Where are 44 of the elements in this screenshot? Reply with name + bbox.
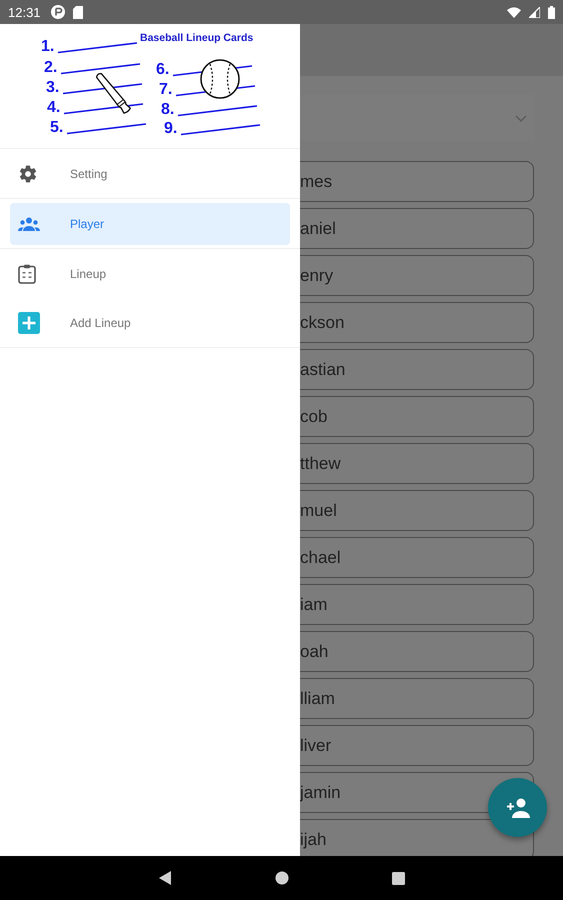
player-name[interactable]: liver: [300, 736, 332, 756]
player-name[interactable]: ckson: [300, 312, 344, 332]
people-icon: [18, 216, 40, 230]
lineup-number: 6.: [156, 61, 170, 78]
settings-icon: [18, 164, 38, 184]
home-button[interactable]: [274, 871, 288, 885]
player-name[interactable]: muel: [300, 500, 337, 520]
bat-drawing: [96, 72, 131, 114]
lineup-number: 9.: [164, 120, 178, 137]
player-name[interactable]: ijah: [300, 830, 326, 850]
lineup-number: 7.: [159, 81, 172, 98]
lineup-number: 1.: [41, 38, 54, 55]
back-button[interactable]: [158, 871, 172, 885]
notification-icon: [50, 5, 65, 19]
wifi-icon: [507, 6, 521, 18]
signal-icon: [529, 6, 540, 18]
lineup-number: 8.: [161, 101, 174, 118]
lineup-number: 2.: [44, 59, 58, 76]
chevron-down-icon: [515, 114, 527, 122]
clipboard-icon: [18, 264, 36, 284]
lineup-number: 4.: [47, 99, 60, 116]
player-name[interactable]: aniel: [300, 218, 336, 238]
lineup-number: 3.: [46, 79, 60, 96]
player-name[interactable]: tthew: [300, 454, 341, 474]
player-name[interactable]: astian: [300, 360, 346, 380]
player-name[interactable]: chael: [300, 548, 341, 568]
add-icon: [18, 312, 40, 334]
logo-title: Baseball Lineup Cards: [140, 32, 254, 44]
baseball-drawing: [200, 59, 240, 99]
player-name[interactable]: mes: [300, 172, 332, 192]
battery-icon: [548, 6, 555, 18]
player-name[interactable]: lliam: [300, 688, 335, 708]
player-name[interactable]: cob: [300, 406, 328, 426]
lineup-number: 5.: [50, 119, 64, 136]
player-name[interactable]: iam: [300, 594, 328, 614]
drawer-item[interactable]: Lineup: [10, 252, 290, 294]
drawer-item[interactable]: Player: [10, 202, 290, 244]
player-name[interactable]: enry: [300, 266, 334, 286]
drawer-item[interactable]: Add Lineup: [10, 302, 290, 344]
player-name[interactable]: oah: [300, 642, 328, 662]
sd-card-icon: [72, 6, 83, 18]
status-time: 12:31: [8, 4, 41, 20]
drawer-item[interactable]: Setting: [10, 152, 290, 194]
recents-button[interactable]: [392, 872, 404, 884]
